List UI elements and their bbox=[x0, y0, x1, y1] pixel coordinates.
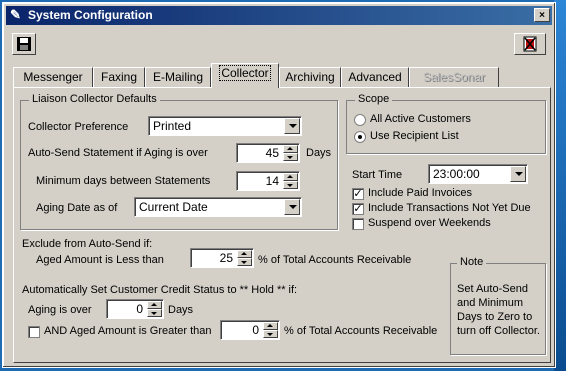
collector-panel: Liaison Collector Defaults Collector Pre… bbox=[13, 87, 551, 363]
tab-archiving[interactable]: Archiving bbox=[279, 67, 341, 87]
tab-strip: Messenger Faxing E-Mailing Collector Arc… bbox=[13, 63, 553, 88]
exclude-heading: Exclude from Auto-Send if: bbox=[22, 238, 153, 250]
spinner-buttons bbox=[283, 145, 298, 161]
chevron-down-icon[interactable] bbox=[510, 166, 526, 182]
scope-group: Scope bbox=[346, 93, 546, 154]
start-time-dropdown[interactable]: 23:00:00 bbox=[428, 164, 528, 184]
hold-aging-unit: Days bbox=[168, 304, 194, 316]
chevron-down-icon[interactable] bbox=[284, 199, 300, 215]
floppy-disk-icon bbox=[17, 37, 31, 51]
aged-amount-spinner[interactable]: 25 bbox=[190, 248, 254, 268]
scope-all-radio[interactable] bbox=[354, 114, 366, 126]
spin-down-icon[interactable] bbox=[283, 181, 298, 189]
include-not-due-label: Include Transactions Not Yet Due bbox=[368, 202, 531, 214]
tab-faxing[interactable]: Faxing bbox=[93, 67, 145, 87]
aging-date-dropdown[interactable]: Current Date bbox=[134, 197, 302, 217]
spinner-value: 0 bbox=[252, 323, 259, 337]
spinner-value: 14 bbox=[265, 174, 279, 188]
title-bar[interactable]: ✎ System Configuration × bbox=[6, 6, 552, 25]
tab-salessonar: SalesSonar bbox=[409, 67, 499, 87]
chevron-down-icon[interactable] bbox=[284, 118, 300, 134]
autosend-label: Auto-Send Statement if Aging is over bbox=[28, 147, 208, 159]
exit-icon bbox=[523, 36, 537, 52]
spin-up-icon[interactable] bbox=[283, 145, 298, 153]
tab-label: Collector bbox=[219, 65, 271, 81]
tab-label: Messenger bbox=[23, 70, 83, 84]
note-text: Set Auto-Send and Minimum Days to Zero t… bbox=[457, 283, 540, 337]
spinner-value: 0 bbox=[136, 302, 143, 316]
tab-label: Archiving bbox=[285, 70, 335, 84]
spin-down-icon[interactable] bbox=[147, 309, 162, 317]
save-button[interactable] bbox=[12, 33, 36, 55]
group-title: Liaison Collector Defaults bbox=[29, 93, 160, 105]
toolbar bbox=[6, 27, 552, 61]
dropdown-value: 23:00:00 bbox=[433, 167, 480, 181]
collector-preference-label: Collector Preference bbox=[28, 121, 129, 133]
tab-label: SalesSonar bbox=[422, 70, 486, 84]
tab-collector[interactable]: Collector bbox=[211, 63, 279, 88]
spinner-buttons bbox=[147, 301, 162, 317]
tab-label: Faxing bbox=[100, 70, 138, 84]
min-days-spinner[interactable]: 14 bbox=[236, 171, 300, 191]
spin-up-icon[interactable] bbox=[147, 301, 162, 309]
hold-aging-spinner[interactable]: 0 bbox=[106, 299, 164, 319]
system-configuration-window: ✎ System Configuration × Messenger Faxin… bbox=[2, 2, 556, 368]
spinner-buttons bbox=[283, 173, 298, 189]
spin-up-icon[interactable] bbox=[263, 322, 278, 330]
collector-preference-dropdown[interactable]: Printed bbox=[148, 116, 302, 136]
spin-down-icon[interactable] bbox=[263, 330, 278, 338]
window-title: System Configuration bbox=[28, 8, 153, 22]
tab-label: E-Mailing bbox=[152, 70, 203, 84]
include-paid-checkbox[interactable]: ✓ bbox=[352, 188, 364, 200]
and-aged-checkbox[interactable] bbox=[28, 326, 40, 338]
hold-aging-label: Aging is over bbox=[28, 304, 92, 316]
spin-down-icon[interactable] bbox=[237, 258, 252, 266]
spin-up-icon[interactable] bbox=[237, 250, 252, 258]
spin-down-icon[interactable] bbox=[283, 153, 298, 161]
and-aged-label: AND Aged Amount is Greater than bbox=[44, 325, 212, 337]
autosend-unit: Days bbox=[306, 147, 332, 159]
aged-amount-suffix: % of Total Accounts Receivable bbox=[258, 254, 412, 266]
note-title: Note bbox=[457, 256, 487, 268]
suspend-weekends-label: Suspend over Weekends bbox=[368, 217, 491, 229]
exit-button[interactable] bbox=[514, 33, 546, 55]
start-time-label: Start Time bbox=[352, 169, 403, 181]
app-icon: ✎ bbox=[10, 7, 21, 22]
tab-label: Advanced bbox=[348, 70, 402, 84]
scope-all-label: All Active Customers bbox=[370, 113, 471, 125]
aging-date-label: Aging Date as of bbox=[36, 202, 118, 214]
include-not-due-checkbox[interactable]: ✓ bbox=[352, 203, 364, 215]
include-paid-label: Include Paid Invoices bbox=[368, 187, 472, 199]
min-days-label: Minimum days between Statements bbox=[36, 175, 211, 187]
hold-heading: Automatically Set Customer Credit Status… bbox=[22, 284, 298, 296]
group-title: Scope bbox=[355, 93, 393, 105]
dropdown-value: Printed bbox=[153, 119, 192, 133]
tab-messenger[interactable]: Messenger bbox=[13, 67, 93, 87]
spinner-buttons bbox=[263, 322, 278, 338]
tab-advanced[interactable]: Advanced bbox=[341, 67, 409, 87]
spin-up-icon[interactable] bbox=[283, 173, 298, 181]
tab-emailing[interactable]: E-Mailing bbox=[145, 67, 211, 87]
and-aged-suffix: % of Total Accounts Receivable bbox=[284, 325, 438, 337]
and-aged-spinner[interactable]: 0 bbox=[220, 320, 280, 340]
spinner-value: 45 bbox=[265, 146, 279, 160]
suspend-weekends-checkbox[interactable] bbox=[352, 218, 364, 230]
note-box: Note Set Auto-Send and Minimum Days to Z… bbox=[450, 256, 546, 355]
aged-amount-label: Aged Amount is Less than bbox=[36, 254, 164, 266]
spinner-buttons bbox=[237, 250, 252, 266]
close-button[interactable]: × bbox=[534, 8, 550, 22]
scope-recipient-label: Use Recipient List bbox=[370, 130, 459, 142]
scope-recipient-radio[interactable] bbox=[354, 131, 366, 143]
dropdown-value: Current Date bbox=[139, 200, 208, 214]
spinner-value: 25 bbox=[219, 251, 233, 265]
autosend-days-spinner[interactable]: 45 bbox=[236, 143, 300, 163]
